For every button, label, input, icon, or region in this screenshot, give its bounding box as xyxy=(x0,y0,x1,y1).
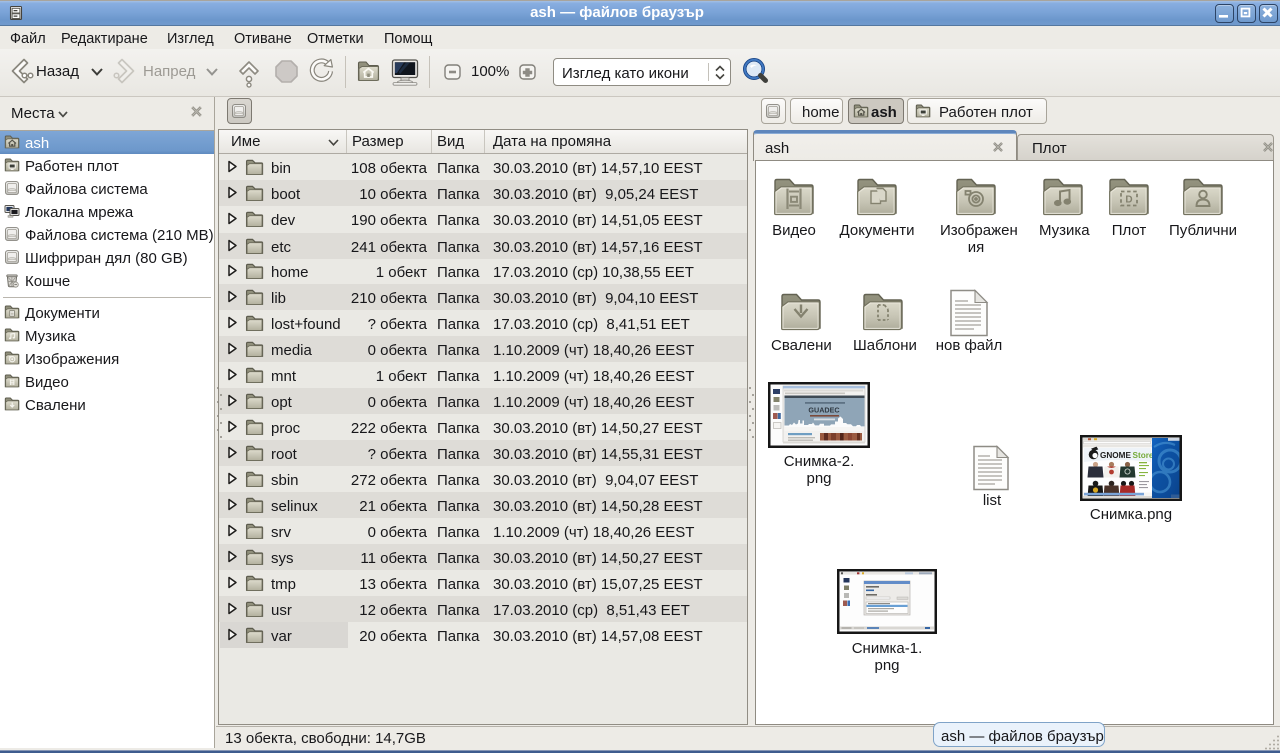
svg-text:D: D xyxy=(1125,195,1132,206)
